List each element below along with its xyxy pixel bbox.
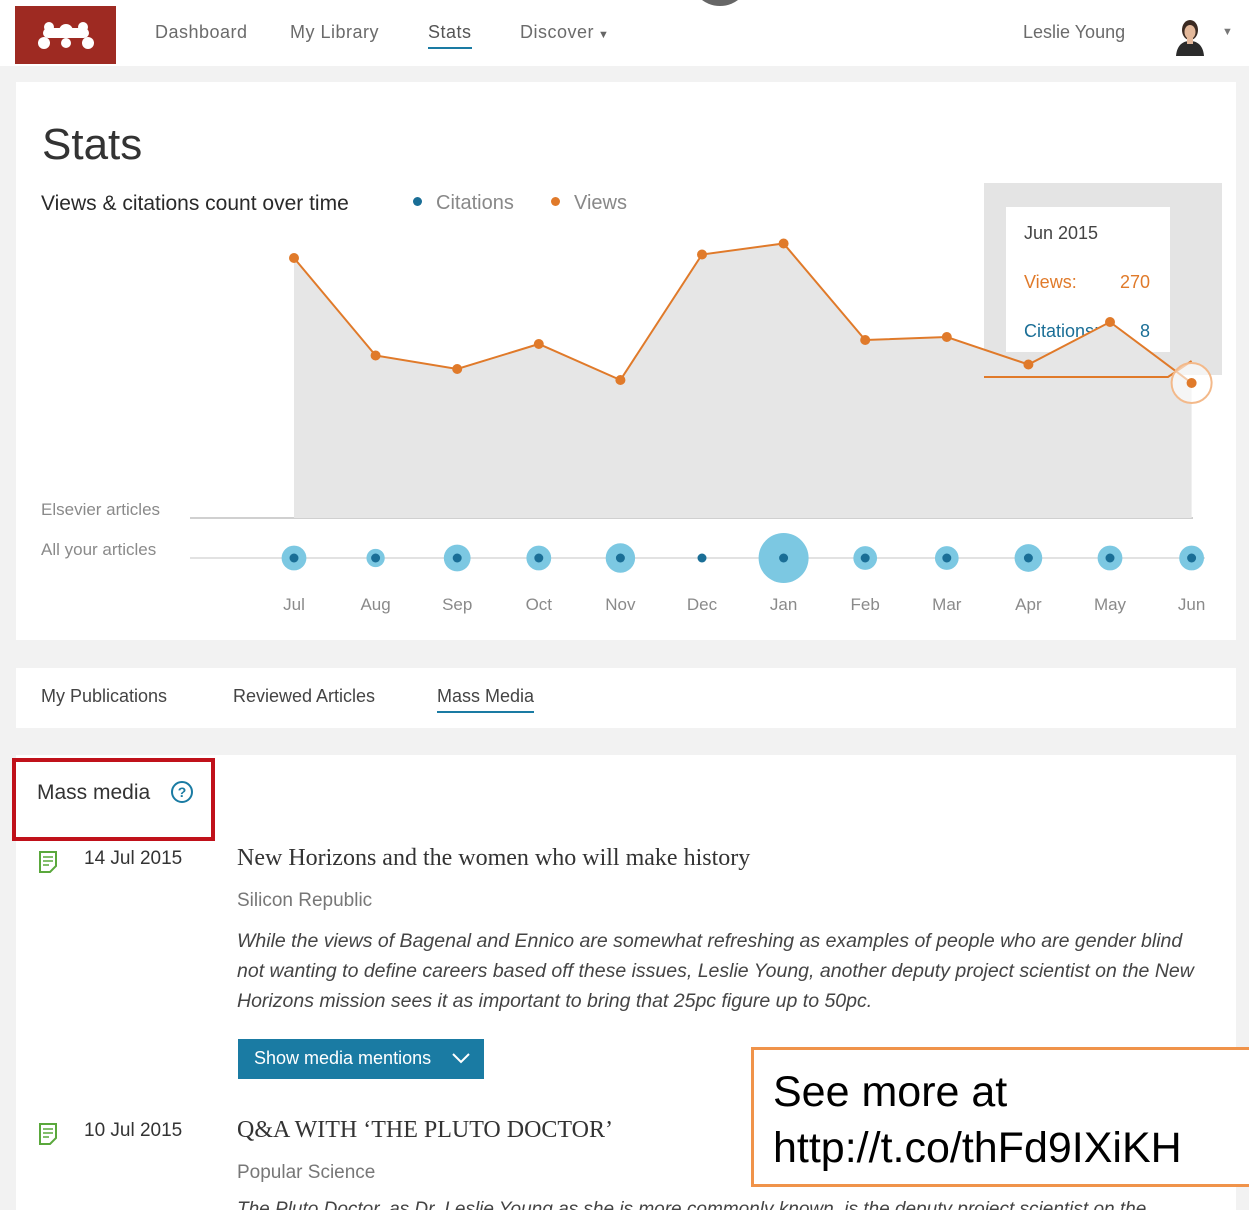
month-tick-label: Sep [442, 595, 472, 614]
chevron-down-icon [452, 1053, 470, 1064]
month-tick-label: Feb [851, 595, 880, 614]
views-point [289, 253, 299, 263]
tab-mass-media[interactable]: Mass Media [437, 686, 535, 713]
media-title[interactable]: New Horizons and the women who will make… [237, 845, 750, 872]
media-snippet: While the views of Bagenal and Ennico ar… [237, 930, 1194, 1012]
views-point [697, 249, 707, 260]
views-point [941, 332, 952, 342]
citations-point [1105, 553, 1115, 563]
citations-point [534, 553, 544, 563]
citations-point [942, 553, 952, 563]
views-point [860, 335, 871, 345]
month-tick-label: Jan [770, 595, 797, 614]
media-snippet: The Pluto Doctor, as Dr. Leslie Young as… [237, 1199, 1147, 1210]
views-point [1186, 378, 1197, 388]
mass-media-title: Mass media [37, 781, 151, 804]
month-tick-label: Dec [687, 595, 718, 614]
views-area [294, 243, 1192, 518]
month-tick-label: Oct [526, 595, 553, 614]
month-tick-label: Nov [605, 595, 636, 614]
media-date: 14 Jul 2015 [84, 848, 183, 869]
media-source: Silicon Republic [237, 890, 373, 911]
citations-point [452, 553, 462, 563]
month-tick-label: May [1094, 595, 1127, 614]
citations-point [289, 553, 299, 563]
citations-point [1023, 553, 1033, 563]
month-tick-label: Aug [360, 595, 390, 614]
document-icon [39, 851, 57, 873]
views-point [452, 364, 463, 374]
views-point [1105, 317, 1115, 327]
see-more-link[interactable]: http://t.co/thFd9IXiKH [773, 1120, 1249, 1176]
month-tick-label: Apr [1015, 595, 1042, 614]
row-label-all-articles: All your articles [41, 540, 157, 559]
views-citations-chart[interactable]: Jul Aug Sep Oct Nov Dec Jan Feb Mar Apr May Jun [0, 0, 1249, 640]
media-date: 10 Jul 2015 [84, 1120, 183, 1141]
show-media-mentions-button[interactable]: Show media mentions [238, 1039, 484, 1079]
month-tick-label: Mar [932, 595, 962, 614]
month-tick-label: Jul [283, 595, 305, 614]
views-point [778, 238, 789, 249]
tab-reviewed-articles[interactable]: Reviewed Articles [233, 686, 375, 707]
citations-point [697, 553, 707, 563]
see-more-overlay: See more at http://t.co/thFd9IXiKH [751, 1047, 1249, 1187]
month-tick-label: Jun [1178, 595, 1205, 614]
see-more-text: See more at [773, 1068, 1008, 1116]
views-point [615, 375, 626, 385]
citations-point [615, 553, 625, 563]
document-icon [39, 1123, 57, 1145]
citations-point [779, 553, 789, 563]
citations-point [1187, 553, 1197, 563]
citations-point [371, 553, 381, 563]
tab-my-publications[interactable]: My Publications [41, 686, 167, 707]
tabs-bar [16, 668, 1236, 728]
views-point [370, 350, 381, 361]
media-title[interactable]: Q&A WITH ‘THE PLUTO DOCTOR’ [237, 1117, 613, 1144]
citations-point [860, 553, 870, 563]
views-point [1023, 359, 1034, 370]
views-point [533, 339, 544, 349]
help-icon[interactable]: ? [171, 781, 193, 803]
show-media-mentions-label: Show media mentions [254, 1048, 432, 1068]
row-label-elsevier: Elsevier articles [41, 500, 161, 519]
media-source: Popular Science [237, 1162, 376, 1183]
